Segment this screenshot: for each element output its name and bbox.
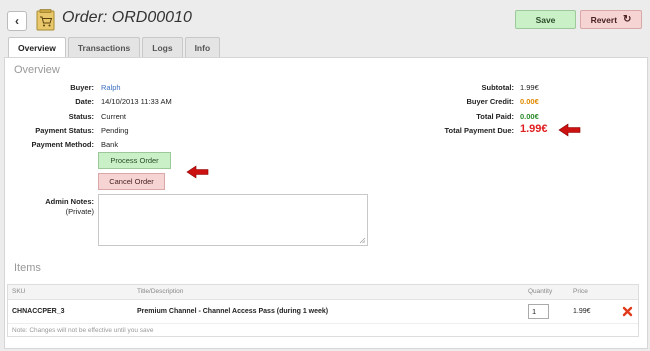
refresh-icon: ↻ <box>623 14 632 25</box>
status-value: Current <box>101 112 127 121</box>
process-order-button[interactable]: Process Order <box>98 152 171 169</box>
items-section-title: Items <box>14 262 41 274</box>
admin-notes-sublabel: (Private) <box>65 207 94 216</box>
buyer-credit-value: 0.00€ <box>520 97 539 106</box>
item-price: 1.99€ <box>573 308 591 315</box>
arrow-left-icon <box>186 165 209 179</box>
cancel-order-label: Cancel Order <box>109 177 154 186</box>
back-icon: ‹ <box>15 14 19 28</box>
date-label: Date: <box>75 97 94 106</box>
payment-method-label: Payment Method: <box>31 140 94 149</box>
column-header-quantity: Quantity <box>528 288 553 295</box>
revert-label: Revert <box>590 14 618 25</box>
remove-x-icon[interactable] <box>622 306 633 317</box>
tab-info[interactable]: Info <box>184 37 221 57</box>
buyer-label: Buyer: <box>70 83 94 92</box>
total-paid-value: 0.00€ <box>520 112 539 121</box>
table-note-row: Note: Changes will not be effective unti… <box>8 323 638 337</box>
resize-grip-icon[interactable] <box>359 237 366 244</box>
buyer-credit-label: Buyer Credit: <box>466 97 514 106</box>
overview-section-title: Overview <box>14 64 60 76</box>
cancel-order-button[interactable]: Cancel Order <box>98 173 165 190</box>
payment-status-value: Pending <box>101 126 129 135</box>
subtotal-value: 1.99€ <box>520 83 539 92</box>
payment-method-value: Bank <box>101 140 119 149</box>
item-sku: CHNACCPER_3 <box>12 308 65 315</box>
column-header-title: Title/Description <box>137 288 184 295</box>
column-header-price: Price <box>573 288 588 295</box>
buyer-link[interactable]: Ralph <box>101 83 121 92</box>
revert-button[interactable]: Revert ↻ <box>580 10 642 29</box>
process-order-label: Process Order <box>110 156 159 165</box>
quantity-input[interactable]: 1 <box>528 304 549 319</box>
status-label: Status: <box>68 112 94 121</box>
tab-logs[interactable]: Logs <box>142 37 183 57</box>
payment-status-label: Payment Status: <box>35 126 94 135</box>
back-button[interactable]: ‹ <box>7 11 27 31</box>
save-label: Save <box>535 14 556 25</box>
save-button[interactable]: Save <box>515 10 576 29</box>
top-bar: ‹ Order: ORD00010 Save Revert ↻ <box>0 0 650 38</box>
tab-transactions[interactable]: Transactions <box>67 37 141 57</box>
admin-notes-textarea[interactable] <box>98 194 368 246</box>
total-payment-due-value: 1.99€ <box>520 123 548 135</box>
items-table: SKU Title/Description Quantity Price CHN… <box>7 284 639 337</box>
tab-bar: Overview Transactions Logs Info <box>8 37 222 58</box>
arrow-left-icon <box>558 123 581 137</box>
item-title: Premium Channel - Channel Access Pass (d… <box>137 308 329 315</box>
total-payment-due-label: Total Payment Due: <box>444 126 514 135</box>
admin-notes-label: Admin Notes: <box>45 197 94 206</box>
column-header-sku: SKU <box>12 288 26 295</box>
date-value: 14/10/2013 11:33 AM <box>101 97 172 106</box>
page-title: Order: ORD00010 <box>62 9 192 26</box>
shopping-cart-icon <box>36 9 55 31</box>
subtotal-label: Subtotal: <box>481 83 515 92</box>
save-note: Note: Changes will not be effective unti… <box>12 327 154 334</box>
tab-overview[interactable]: Overview <box>8 37 66 58</box>
total-paid-label: Total Paid: <box>476 112 514 121</box>
table-header: SKU Title/Description Quantity Price <box>8 285 638 300</box>
